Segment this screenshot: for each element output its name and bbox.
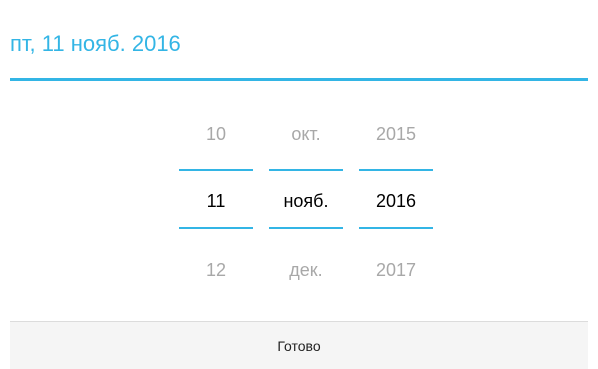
month-previous[interactable]: окт. <box>269 124 343 145</box>
day-next[interactable]: 12 <box>179 260 253 281</box>
done-button-label: Готово <box>277 337 321 354</box>
day-previous[interactable]: 10 <box>179 124 253 145</box>
year-current[interactable]: 2016 <box>359 191 433 212</box>
month-next[interactable]: дек. <box>269 260 343 281</box>
dialog-header: пт, 11 нояб. 2016 <box>10 9 588 79</box>
day-selection-bottom-line <box>179 227 253 229</box>
month-selection-top-line <box>269 169 343 171</box>
year-selection-bottom-line <box>359 227 433 229</box>
done-button[interactable]: Готово <box>10 322 588 369</box>
month-selection-bottom-line <box>269 227 343 229</box>
year-previous[interactable]: 2015 <box>359 124 433 145</box>
header-divider <box>10 78 588 81</box>
year-next[interactable]: 2017 <box>359 260 433 281</box>
date-picker-dialog: пт, 11 нояб. 2016 10 11 12 окт. нояб. де… <box>10 9 588 369</box>
selected-date-title: пт, 11 нояб. 2016 <box>10 31 181 56</box>
day-selection-top-line <box>179 169 253 171</box>
day-current[interactable]: 11 <box>179 191 253 212</box>
year-selection-top-line <box>359 169 433 171</box>
month-current[interactable]: нояб. <box>269 191 343 212</box>
